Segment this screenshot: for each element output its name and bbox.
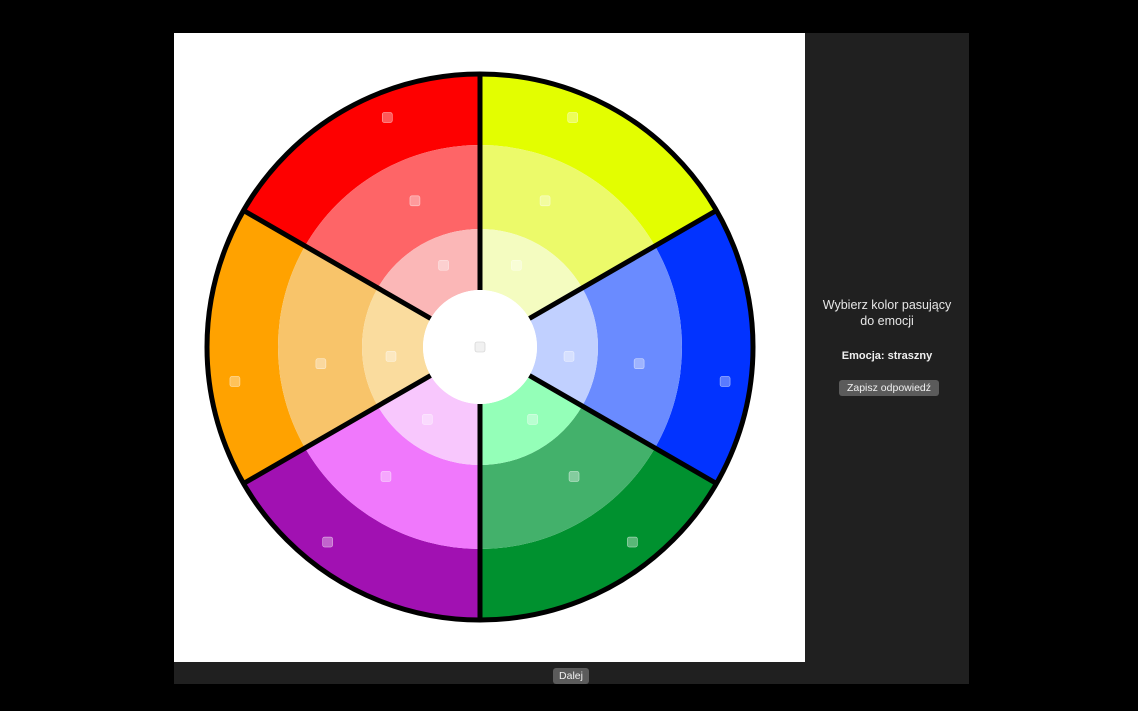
next-button[interactable]: Dalej bbox=[553, 668, 589, 684]
color-marker-purple-outer[interactable] bbox=[322, 536, 333, 548]
instruction-line-2: do emocji bbox=[860, 314, 914, 328]
color-marker-blue-middle[interactable] bbox=[633, 358, 645, 370]
color-marker-yellow-inner[interactable] bbox=[511, 259, 522, 271]
color-marker-yellow-outer[interactable] bbox=[567, 112, 579, 123]
color-marker-center[interactable] bbox=[474, 341, 486, 353]
color-marker-yellow-middle[interactable] bbox=[539, 195, 551, 207]
color-marker-green-inner[interactable] bbox=[527, 414, 538, 425]
color-marker-purple-middle[interactable] bbox=[380, 471, 392, 482]
emotion-label: Emocja: straszny bbox=[841, 350, 933, 362]
instruction-text: Wybierz kolor pasujący do emocji bbox=[805, 297, 969, 329]
color-wheel-canvas bbox=[174, 33, 805, 662]
instruction-line-1: Wybierz kolor pasujący bbox=[822, 298, 952, 312]
color-marker-purple-inner[interactable] bbox=[422, 414, 433, 425]
color-marker-red-outer[interactable] bbox=[381, 112, 393, 123]
save-answer-button[interactable]: Zapisz odpowiedź bbox=[839, 380, 939, 396]
color-marker-red-middle[interactable] bbox=[409, 195, 421, 207]
color-marker-green-middle[interactable] bbox=[568, 471, 580, 482]
side-panel: Wybierz kolor pasujący do emocji Emocja:… bbox=[805, 33, 969, 662]
color-marker-green-outer[interactable] bbox=[627, 536, 638, 548]
color-marker-orange-outer[interactable] bbox=[229, 376, 241, 387]
color-wheel bbox=[204, 71, 756, 623]
color-marker-orange-middle[interactable] bbox=[315, 358, 327, 370]
color-marker-blue-inner[interactable] bbox=[563, 351, 575, 362]
bottom-bar: Dalej bbox=[174, 662, 969, 684]
color-marker-blue-outer[interactable] bbox=[719, 376, 731, 387]
color-marker-red-inner[interactable] bbox=[438, 259, 449, 271]
app-window: Wybierz kolor pasujący do emocji Emocja:… bbox=[174, 33, 969, 684]
color-marker-orange-inner[interactable] bbox=[385, 351, 397, 362]
